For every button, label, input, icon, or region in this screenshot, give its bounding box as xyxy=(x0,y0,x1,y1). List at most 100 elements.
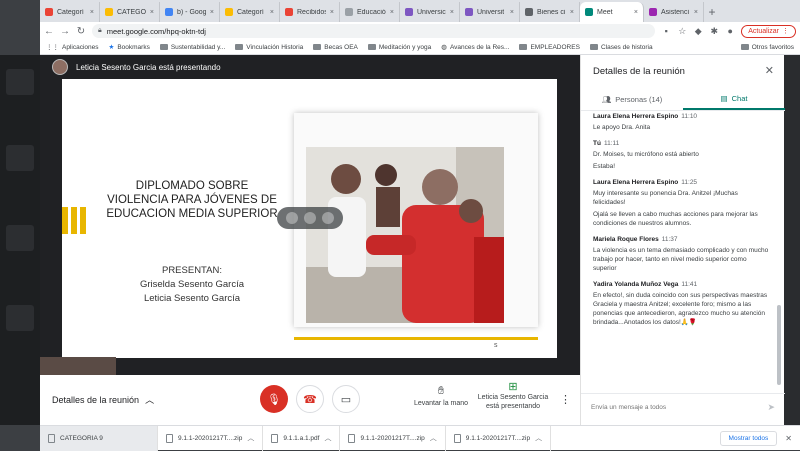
participant-controls-overlay[interactable] xyxy=(277,207,343,229)
close-icon[interactable]: × xyxy=(270,9,274,16)
file-icon xyxy=(48,433,55,443)
download-item[interactable]: 9.1.1.a.1.pdf ︿ xyxy=(263,425,341,451)
remove-icon[interactable] xyxy=(322,212,334,224)
slide-photo xyxy=(306,147,504,323)
tab-chat[interactable]: ▤ Chat xyxy=(683,89,785,110)
browser-tab[interactable]: Categorí × xyxy=(220,2,280,22)
slide-title: DIPLOMADO SOBRE VIOLENCIA PARA JÓVENES D… xyxy=(106,180,278,220)
puzzle-icon[interactable]: ✱ xyxy=(709,26,719,37)
camera-toggle-button[interactable]: ▭ xyxy=(332,385,360,413)
other-bookmarks[interactable]: Otros favoritos xyxy=(740,44,794,51)
extension-icon[interactable]: ◆ xyxy=(693,26,703,37)
bookmark-folder[interactable]: Vinculación Historia xyxy=(235,44,303,51)
show-all-downloads-button[interactable]: Mostrar todos xyxy=(719,430,778,446)
close-icon[interactable]: × xyxy=(570,9,574,16)
tab-favicon xyxy=(45,8,53,16)
browser-tab[interactable]: Categorí × xyxy=(40,2,100,22)
browser-tab[interactable]: Universic × xyxy=(400,2,460,22)
close-icon[interactable]: × xyxy=(210,9,214,16)
download-item[interactable]: CATEGORIA 9 xyxy=(40,425,158,451)
meeting-details-toggle[interactable]: Detalles de la reunión ︿ xyxy=(52,393,154,406)
pin-icon[interactable] xyxy=(304,212,316,224)
chat-message-input[interactable] xyxy=(591,404,768,411)
chevron-up-icon[interactable]: ︿ xyxy=(430,433,437,443)
file-icon xyxy=(453,433,461,443)
raise-hand-button[interactable]: ✋︎ Levantar la mano xyxy=(410,385,472,407)
update-button[interactable]: Actualizar ⋮ xyxy=(741,24,796,38)
address-bar[interactable]: 🔒︎ meet.google.com/hpq-oktn-tdj xyxy=(92,24,656,38)
profile-avatar-icon[interactable]: ● xyxy=(725,26,735,36)
browser-tab[interactable]: Educació × xyxy=(340,2,400,22)
close-icon[interactable]: × xyxy=(634,9,638,16)
bookmarks-bar: ⋮⋮ Aplicaciones ★ Bookmarks Sustentabilida… xyxy=(40,40,800,55)
tab-favicon xyxy=(345,8,353,16)
close-icon[interactable]: × xyxy=(150,9,154,16)
close-icon[interactable]: × xyxy=(510,9,514,16)
more-options-icon[interactable]: ⋮ xyxy=(560,393,571,406)
new-tab-button[interactable]: + xyxy=(704,2,720,22)
chat-message: Yadira Yolanda Muñoz Vega 11:41 En efecto… xyxy=(593,281,768,326)
presenting-status-button[interactable]: ⊞ Leticia Sesento Garcia está presentand… xyxy=(476,382,550,411)
close-icon[interactable]: × xyxy=(694,9,698,16)
lock-icon: 🔒︎ xyxy=(98,27,102,34)
star-icon[interactable]: ☆ xyxy=(677,26,687,37)
folder-icon xyxy=(159,44,168,50)
bookmark-item[interactable]: ◍ Avances de la Res... xyxy=(441,43,509,52)
close-icon[interactable]: × xyxy=(90,9,94,16)
browser-tab[interactable]: b) - Goog × xyxy=(160,2,220,22)
close-icon[interactable]: ✕ xyxy=(765,64,774,77)
browser-tab[interactable]: Recibidos × xyxy=(280,2,340,22)
chevron-up-icon[interactable]: ︿ xyxy=(535,433,542,443)
hang-up-button[interactable]: ☎︎ xyxy=(296,385,324,413)
camera-icon[interactable]: ▪ xyxy=(661,26,671,36)
download-shelf: CATEGORIA 9 9.1.1-20201217T....zip ︿ 9.1.… xyxy=(40,425,800,451)
mic-off-icon[interactable] xyxy=(286,212,298,224)
folder-icon xyxy=(235,44,244,50)
bookmark-folder[interactable]: Clases de historia xyxy=(589,44,653,51)
chevron-up-icon[interactable]: ︿ xyxy=(247,433,254,443)
bookmark-folder[interactable]: Meditación y yoga xyxy=(367,44,431,51)
close-icon[interactable]: × xyxy=(330,9,334,16)
meeting-stage: Leticia Sesento Garcia está presentando … xyxy=(40,55,580,375)
self-view-thumbnail[interactable] xyxy=(40,357,116,377)
folder-icon xyxy=(519,44,528,50)
mic-toggle-button[interactable]: 🎙︎ xyxy=(260,385,288,413)
avatar xyxy=(52,59,68,75)
browser-tab-active[interactable]: Meet × xyxy=(580,2,644,22)
send-icon[interactable]: ➤ xyxy=(767,402,775,413)
tab-favicon xyxy=(649,8,657,16)
panel-tabs: 👥︎ Personas (14) ▤ Chat xyxy=(581,89,785,111)
browser-tab[interactable]: Asistenci × xyxy=(644,2,704,22)
video-camera-icon: ▭ xyxy=(340,393,352,406)
bookmark-item[interactable]: ⋮⋮ Aplicaciones xyxy=(46,43,99,52)
close-icon[interactable]: × xyxy=(390,9,394,16)
chat-scrollbar[interactable] xyxy=(777,305,781,385)
bookmark-folder[interactable]: Becas OEA xyxy=(313,44,358,51)
browser-toolbar: ← → ↻ 🔒︎ meet.google.com/hpq-oktn-tdj ▪ … xyxy=(40,22,800,40)
browser-tab[interactable]: CATEGOR× xyxy=(100,2,160,22)
chevron-up-icon[interactable]: ︿ xyxy=(324,433,331,443)
desktop-left-strip xyxy=(0,55,40,425)
browser-tab[interactable]: Bienes ci × xyxy=(520,2,580,22)
download-item[interactable]: 9.1.1-20201217T....zip ︿ xyxy=(446,425,552,451)
browser-tab[interactable]: Universit × xyxy=(460,2,520,22)
back-icon[interactable]: ← xyxy=(44,26,54,37)
forward-icon[interactable]: → xyxy=(60,26,70,37)
bookmark-folder[interactable]: EMPLEADORES xyxy=(519,44,580,51)
download-item[interactable]: 9.1.1-20201217T....zip ︿ xyxy=(158,425,264,451)
file-icon xyxy=(166,433,173,443)
slide-accent-bars xyxy=(62,207,86,234)
file-icon xyxy=(271,433,279,443)
folder-icon xyxy=(589,44,598,50)
bookmark-item[interactable]: ★ Bookmarks xyxy=(109,43,150,52)
people-icon: 👥︎ xyxy=(601,95,612,104)
close-icon[interactable]: × xyxy=(450,9,454,16)
close-icon[interactable]: ✕ xyxy=(785,434,792,443)
bookmark-folder[interactable]: Sustentabilidad y... xyxy=(159,44,225,51)
desktop-right-strip xyxy=(784,55,800,425)
mic-off-icon: 🎙︎ xyxy=(267,393,281,406)
meeting-controls-bar: Detalles de la reunión ︿ 🎙︎ ☎︎ ▭ ✋︎ Leva… xyxy=(40,375,580,425)
tab-people[interactable]: 👥︎ Personas (14) xyxy=(581,89,683,110)
download-item[interactable]: 9.1.1-20201217T....zip ︿ xyxy=(340,425,446,451)
reload-icon[interactable]: ↻ xyxy=(76,26,86,37)
